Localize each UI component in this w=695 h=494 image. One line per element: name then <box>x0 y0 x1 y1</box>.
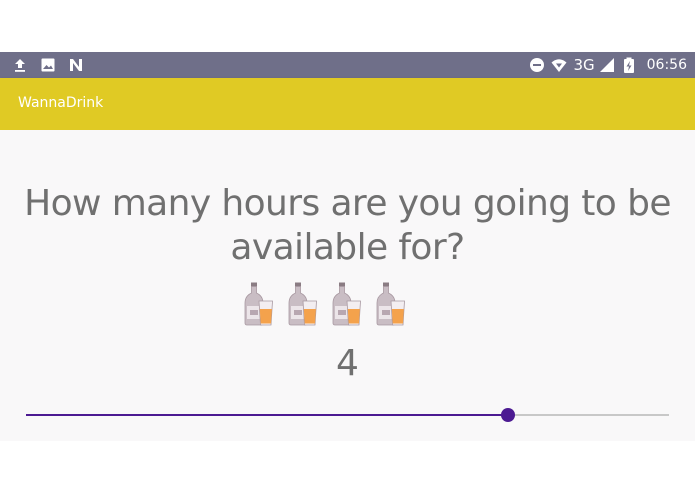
bottle-and-glass-icon <box>332 282 361 326</box>
do-not-disturb-icon <box>530 58 545 72</box>
network-type: 3G <box>573 56 595 74</box>
bottom-margin <box>0 441 695 494</box>
image-icon <box>41 58 55 72</box>
n-notification-icon <box>70 59 82 71</box>
battery-charging-icon <box>623 57 634 73</box>
main-content: How many hours are you going to be avail… <box>0 130 695 441</box>
status-bar: 3G 06:56 <box>0 52 695 78</box>
drink-icons-row <box>244 282 406 328</box>
status-right-icons: 3G 06:56 <box>529 56 687 74</box>
slider-fill <box>26 414 509 416</box>
app-bar: WannaDrink <box>0 78 695 130</box>
top-margin <box>0 0 695 52</box>
hours-question: How many hours are you going to be avail… <box>24 183 671 268</box>
bottle-and-glass-icon <box>244 282 273 326</box>
status-left-icons <box>12 56 84 74</box>
bottle-and-glass-icon <box>376 282 405 326</box>
status-clock: 06:56 <box>646 57 687 73</box>
upload-icon <box>15 59 25 72</box>
slider-thumb[interactable] <box>501 408 516 422</box>
app-title: WannaDrink <box>18 95 104 111</box>
wifi-icon <box>551 59 567 72</box>
hours-value: 4 <box>336 343 359 384</box>
cell-signal-icon <box>599 58 614 72</box>
hours-slider[interactable] <box>26 400 669 430</box>
bottle-and-glass-icon <box>288 282 317 326</box>
